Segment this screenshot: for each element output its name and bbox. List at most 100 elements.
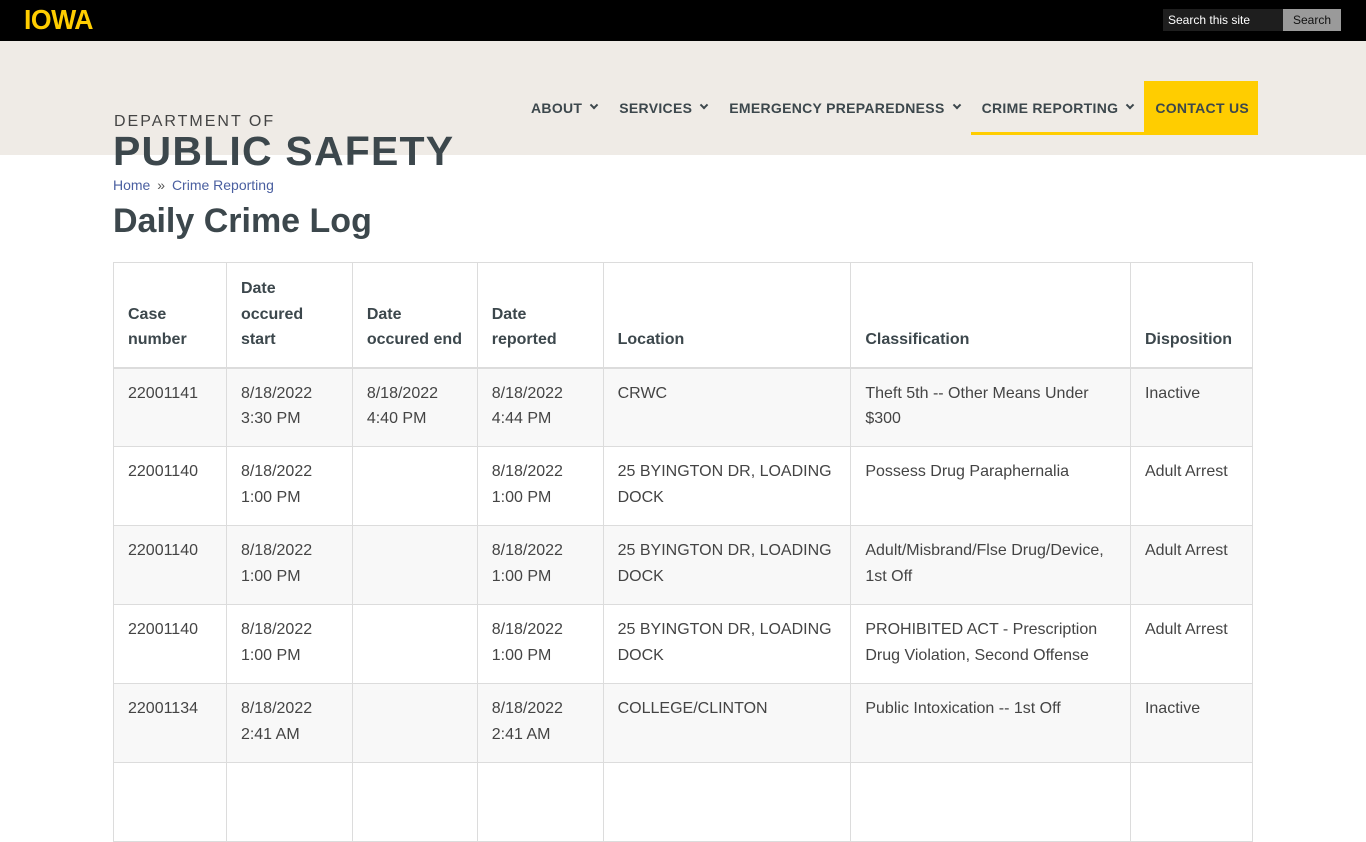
cell-disposition: Adult Arrest (1129, 446, 1254, 526)
nav-label: CONTACT US (1155, 100, 1250, 116)
cell-date-reported: 8/18/2022 1:00 PM (476, 525, 604, 605)
cell-disposition: Adult Arrest (1129, 604, 1254, 684)
cell-date-occurred-end: 8/18/2022 4:40 PM (351, 367, 478, 447)
table-row: 22001141 8/18/2022 3:30 PM 8/18/2022 4:40 PM… (113, 367, 1254, 447)
cell-case-number (113, 762, 227, 842)
cell-classification: Adult/Misbrand/Flse Drug/Device, 1st Off (850, 525, 1131, 605)
page-title: Daily Crime Log (113, 202, 372, 240)
chevron-down-icon[interactable] (590, 100, 599, 110)
cell-date-reported: 8/18/2022 1:00 PM (476, 604, 604, 684)
crime-log-table: Case number Date occured start Date occu… (113, 262, 1254, 842)
cell-date-occurred-end (351, 604, 478, 684)
cell-classification-text: Theft 5th -- Other Means Under $300 (865, 384, 1089, 428)
cell-location-text: COLLEGE/CLINTON (617, 700, 768, 717)
breadcrumb-home[interactable]: Home (113, 177, 150, 193)
nav-item-services[interactable]: SERVICES (608, 81, 718, 135)
cell-location: 25 BYINGTON DR, LOADING DOCK (602, 446, 852, 526)
cell-date-reported-time: 1:00 PM (491, 567, 552, 585)
cell-location: CRWC (602, 367, 852, 447)
cell-date-reported: 8/18/2022 2:41 AM (476, 683, 604, 763)
cell-date-reported-time: 2:41 AM (491, 725, 551, 743)
nav-item-contact-us[interactable]: CONTACT US (1144, 81, 1259, 135)
nav-label: SERVICES (619, 100, 693, 116)
table-row: 22001140 8/18/2022 1:00 PM 8/18/2022 1:00 PM… (113, 604, 1254, 684)
nav-label: EMERGENCY PREPAREDNESS (729, 100, 945, 116)
cell-case-number: 22001141 (113, 367, 227, 447)
cell-date-occurred-end (351, 762, 478, 842)
chevron-down-icon[interactable] (699, 100, 709, 110)
header-disposition: Disposition (1129, 262, 1254, 369)
cell-classification-text: Adult/Misbrand/Flse Drug/Device, 1st Off (865, 542, 1104, 585)
cell-date-occurred-start: 8/18/2022 1:00 PM (225, 446, 353, 526)
cell-date-occurred-start-time: 1:00 PM (240, 567, 301, 585)
table-header-row: Case number Date occured start Date occu… (113, 262, 1254, 369)
cell-date-occurred-start-time: 1:00 PM (240, 488, 301, 506)
cell-disposition-text: Adult Arrest (1144, 621, 1228, 638)
cell-date-reported: 8/18/2022 4:44 PM (476, 367, 604, 447)
iowa-logo[interactable]: IOWA (24, 5, 94, 35)
cell-date-reported-text: 8/18/2022 (491, 463, 563, 480)
table-row: 22001140 8/18/2022 1:00 PM 8/18/2022 1:00 PM… (113, 446, 1254, 526)
cell-location: 25 BYINGTON DR, LOADING DOCK (602, 525, 852, 605)
table-row: 22001134 8/18/2022 2:41 AM 8/18/2022 2:41 AM… (113, 683, 1254, 763)
nav-item-crime-reporting[interactable]: CRIME REPORTING (970, 81, 1145, 135)
nav-label: ABOUT (531, 100, 583, 116)
cell-case-number-text: 22001140 (128, 463, 198, 480)
nav-item-about[interactable]: ABOUT (520, 81, 608, 135)
main-nav: ABOUT SERVICES EMERGENCY PREPAREDNESS CR… (520, 81, 1259, 135)
cell-date-occurred-start: 8/18/2022 1:00 PM (225, 604, 353, 684)
cell-date-occurred-end (351, 525, 478, 605)
header-classification: Classification (850, 262, 1131, 369)
header-date-occurred-end: Date occured end (351, 262, 478, 369)
header-case-number: Case number (113, 262, 227, 369)
cell-classification: Theft 5th -- Other Means Under $300 (850, 367, 1131, 447)
site-search: Search (1163, 9, 1341, 31)
cell-date-occurred-start-time: 2:41 AM (240, 725, 300, 743)
cell-disposition-text: Inactive (1144, 384, 1201, 402)
search-input[interactable] (1163, 9, 1283, 31)
cell-classification: PROHIBITED ACT - Prescription Drug Viola… (850, 604, 1131, 684)
cell-date-occurred-start-text: 8/18/2022 (240, 542, 313, 559)
cell-date-occurred-start-text: 8/18/2022 (240, 700, 313, 717)
cell-location-text: CRWC (617, 384, 668, 402)
cell-date-occurred-start: 8/18/2022 2:41 AM (225, 683, 353, 763)
breadcrumb-crime-reporting[interactable]: Crime Reporting (172, 177, 274, 193)
cell-disposition-text: Inactive (1144, 700, 1201, 717)
header-date-occurred-start: Date occured start (225, 262, 353, 369)
chevron-down-icon[interactable] (952, 100, 961, 110)
cell-date-occurred-end-text: 8/18/2022 (366, 384, 439, 402)
cell-location-text: 25 BYINGTON DR, LOADING DOCK (617, 621, 832, 664)
cell-case-number-text: 22001140 (128, 542, 198, 559)
cell-disposition-text: Adult Arrest (1144, 463, 1228, 480)
table-row: 22001140 8/18/2022 1:00 PM 8/18/2022 1:00 PM… (113, 525, 1254, 605)
cell-case-number-text: 22001141 (128, 384, 198, 402)
cell-date-reported-time: 1:00 PM (491, 646, 552, 664)
cell-date-reported-text: 8/18/2022 (491, 384, 563, 402)
cell-case-number: 22001140 (113, 446, 227, 526)
nav-label: CRIME REPORTING (981, 100, 1119, 116)
cell-case-number: 22001140 (113, 525, 227, 605)
cell-date-occurred-start-time: 3:30 PM (240, 410, 301, 427)
university-top-bar: IOWA Search (0, 0, 1366, 41)
cell-date-occurred-start (225, 762, 353, 842)
cell-case-number: 22001134 (113, 683, 227, 763)
cell-disposition: Inactive (1129, 683, 1254, 763)
breadcrumb-separator: » (157, 177, 166, 193)
cell-date-occurred-start-time: 1:00 PM (240, 646, 301, 664)
cell-date-reported-time: 1:00 PM (491, 488, 552, 506)
cell-case-number-text: 22001140 (128, 621, 198, 638)
cell-case-number: 22001140 (113, 604, 227, 684)
cell-date-occurred-start-text: 8/18/2022 (240, 621, 313, 638)
header-date-reported: Date reported (476, 262, 604, 369)
header-location: Location (602, 262, 852, 369)
cell-case-number-text: 22001134 (128, 700, 198, 717)
nav-item-emergency-preparedness[interactable]: EMERGENCY PREPAREDNESS (718, 81, 970, 135)
cell-classification-text: Possess Drug Paraphernalia (865, 463, 1070, 480)
chevron-down-icon[interactable] (1126, 100, 1135, 110)
site-header: DEPARTMENT OF PUBLIC SAFETY ABOUT SERVIC… (0, 41, 1366, 174)
cell-date-occurred-start-text: 8/18/2022 (240, 384, 313, 402)
cell-location (602, 762, 852, 842)
cell-date-occurred-start: 8/18/2022 1:00 PM (225, 525, 353, 605)
search-button[interactable]: Search (1283, 9, 1341, 31)
table-row (113, 762, 1254, 842)
